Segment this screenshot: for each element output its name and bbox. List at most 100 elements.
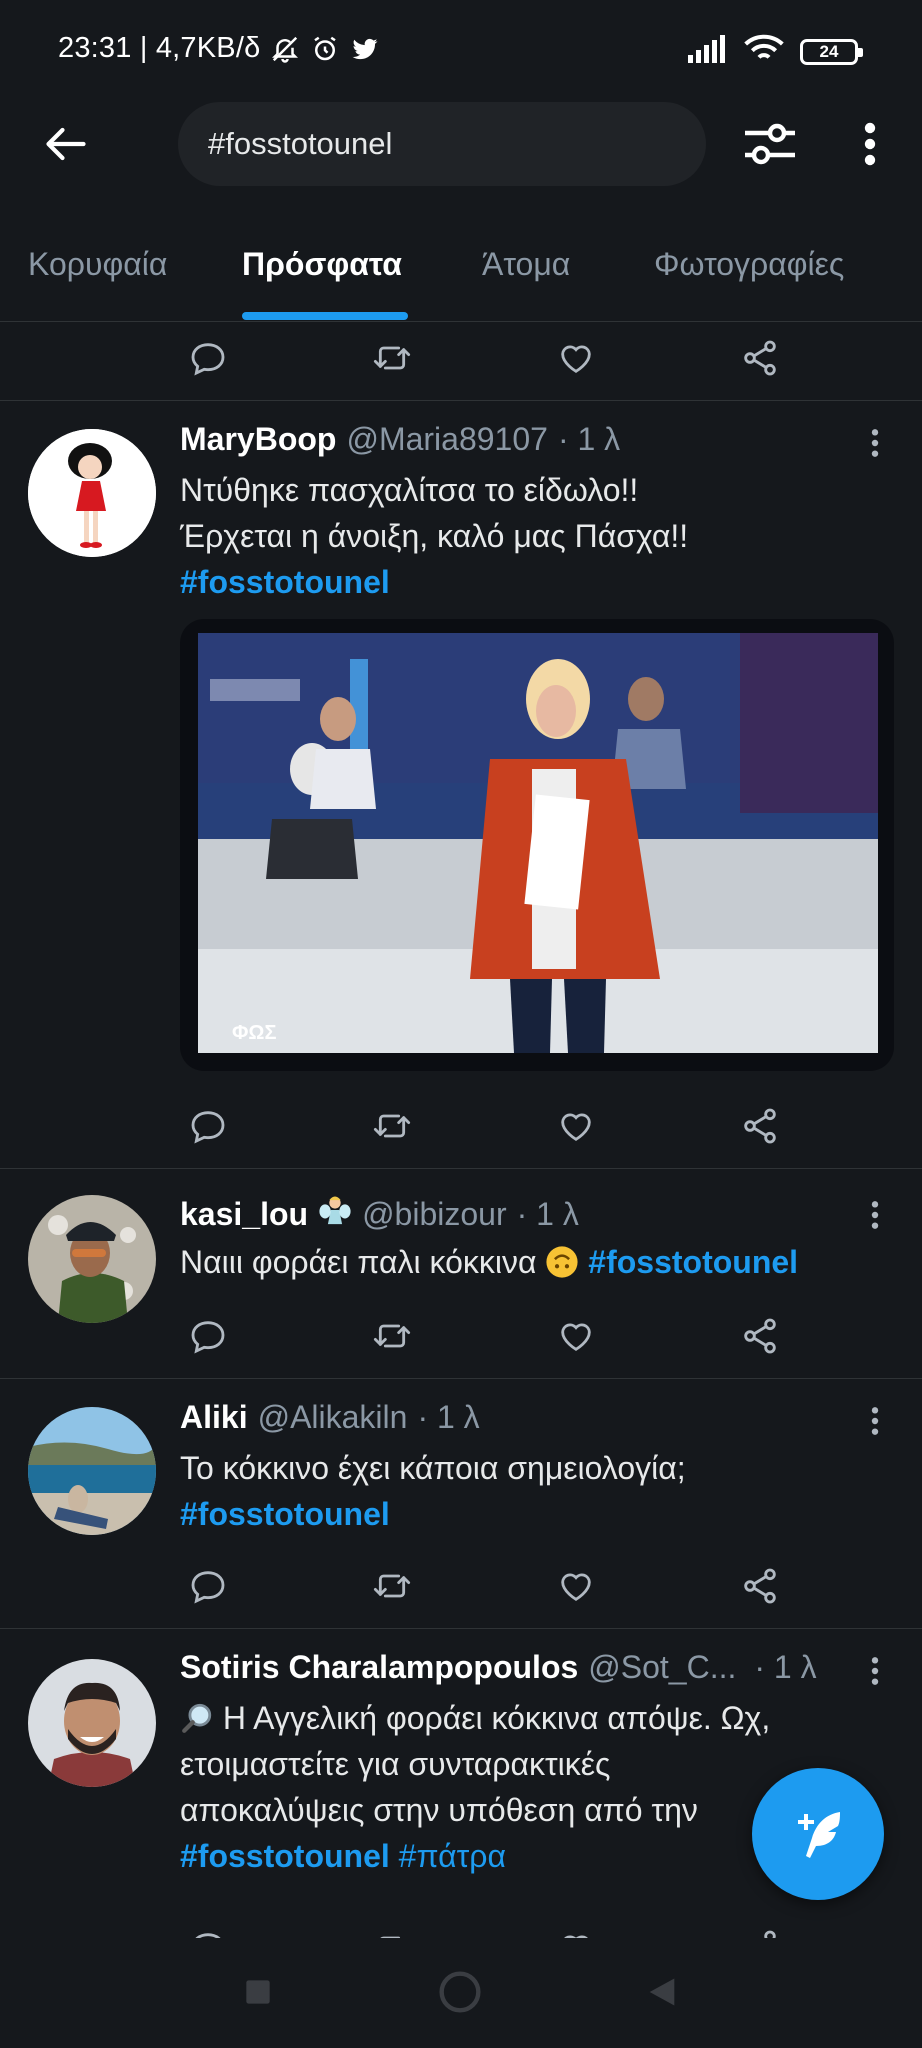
wifi-icon	[744, 34, 784, 69]
magnifier-emoji-icon	[180, 1700, 223, 1736]
like-button[interactable]	[548, 330, 604, 386]
tweet-media-image[interactable]: ΦΩΣ	[180, 619, 894, 1071]
tweet-more-button[interactable]	[860, 1651, 890, 1691]
tweet-header: Sotiris Charalampopoulos @Sot_C... · 1 λ	[180, 1649, 880, 1686]
sliders-icon	[745, 123, 795, 165]
bell-off-icon	[270, 34, 300, 64]
tab-top[interactable]: Κορυφαία	[28, 246, 167, 283]
hashtag-link[interactable]: #πάτρα	[399, 1838, 506, 1874]
hashtag-link[interactable]: #fosstotounel	[180, 559, 900, 605]
filter-button[interactable]	[740, 116, 800, 172]
recents-button[interactable]	[228, 1962, 288, 2022]
share-button[interactable]	[732, 1308, 788, 1364]
retweet-button[interactable]	[364, 1558, 420, 1614]
tweet-time: · 1 λ	[557, 421, 621, 457]
home-button[interactable]	[430, 1962, 490, 2022]
avatar[interactable]	[28, 429, 156, 557]
retweet-button[interactable]	[364, 330, 420, 386]
author-name[interactable]: Sotiris Charalampopoulos	[180, 1649, 578, 1686]
tweet-header: Aliki @Alikakiln · 1 λ	[180, 1399, 480, 1436]
arrow-left-icon	[46, 127, 86, 161]
fairy-emoji-icon	[318, 1193, 352, 1235]
tweet-actions	[180, 1558, 800, 1614]
heart-icon	[561, 345, 591, 373]
battery-level: 24	[819, 41, 839, 61]
back-nav-button[interactable]	[632, 1962, 692, 2022]
tweet-header: MaryBoop @Maria89107 · 1 λ	[180, 421, 620, 458]
kebab-icon	[871, 429, 879, 457]
retweet-icon	[373, 1324, 411, 1348]
system-nav-bar	[0, 1938, 922, 2048]
reply-icon	[191, 1111, 225, 1144]
back-button[interactable]	[40, 118, 92, 170]
tweet-line: Η Αγγελική φοράει κόκκινα απόψε. Ωχ,	[222, 1700, 771, 1736]
share-icon	[744, 340, 776, 376]
circle-icon	[439, 1971, 481, 2013]
kebab-icon	[871, 1407, 879, 1435]
tweet-time: · 1 λ	[754, 1649, 817, 1685]
avatar[interactable]	[28, 1195, 156, 1323]
tweet-text: Ντύθηκε πασχαλίτσα το είδωλο!! Έρχεται η…	[180, 467, 900, 605]
tweet-line: Το κόκκινο έχει κάποια σημειολογία;	[180, 1450, 686, 1486]
share-button[interactable]	[732, 330, 788, 386]
share-button[interactable]	[732, 1920, 788, 1940]
twitter-bird-icon	[350, 34, 380, 64]
author-name[interactable]: Aliki	[180, 1399, 248, 1436]
author-name[interactable]: kasi_lou	[180, 1196, 308, 1233]
battery-icon: 24	[800, 38, 863, 65]
reply-button[interactable]	[180, 330, 236, 386]
alarm-icon	[310, 34, 340, 64]
more-options-button[interactable]	[850, 116, 890, 172]
like-button[interactable]	[548, 1920, 604, 1940]
avatar[interactable]	[28, 1659, 156, 1787]
author-name[interactable]: MaryBoop	[180, 421, 336, 458]
tweet-more-button[interactable]	[860, 1195, 890, 1235]
reply-button[interactable]	[180, 1308, 236, 1364]
retweet-icon	[373, 1574, 411, 1598]
search-input[interactable]: #fosstotounel	[178, 102, 706, 186]
hashtag-link[interactable]: #fosstotounel	[180, 1491, 900, 1537]
kebab-icon	[864, 122, 876, 166]
status-left: 23:31 | 4,7KB/δ	[58, 32, 380, 65]
author-handle[interactable]: @Sot_C...	[588, 1649, 736, 1686]
author-handle[interactable]: @Maria89107	[346, 421, 547, 458]
heart-icon	[561, 1113, 591, 1141]
tab-photos[interactable]: Φωτογραφίες	[654, 246, 844, 283]
media-overlay-text: ΦΩΣ	[232, 1022, 276, 1044]
tweet[interactable]: MaryBoop @Maria89107 · 1 λ Ντύθηκε πασχα…	[0, 401, 922, 1089]
retweet-button[interactable]	[364, 1920, 420, 1940]
tweet-more-button[interactable]	[860, 423, 890, 463]
tweet-actions	[180, 330, 800, 386]
avatar[interactable]	[28, 1407, 156, 1535]
reply-button[interactable]	[180, 1098, 236, 1154]
share-button[interactable]	[732, 1098, 788, 1154]
retweet-button[interactable]	[364, 1098, 420, 1154]
compose-tweet-button[interactable]	[752, 1768, 884, 1900]
app-bar: #fosstotounel	[0, 100, 922, 186]
tweet-line: Ναιιι φοράει παλι κόκκινα	[180, 1244, 537, 1280]
tab-people[interactable]: Άτομα	[482, 246, 570, 283]
beach-photo-avatar-icon	[28, 1407, 156, 1535]
retweet-icon	[373, 1114, 411, 1138]
tweet-more-button[interactable]	[860, 1401, 890, 1441]
upside-down-face-emoji-icon	[545, 1244, 588, 1280]
tweet-actions	[180, 1308, 800, 1364]
like-button[interactable]	[548, 1098, 604, 1154]
author-handle[interactable]: @bibizour	[362, 1196, 507, 1233]
like-button[interactable]	[548, 1558, 604, 1614]
hashtag-link[interactable]: #fosstotounel	[588, 1244, 798, 1280]
like-button[interactable]	[548, 1308, 604, 1364]
tweet-text: Το κόκκινο έχει κάποια σημειολογία; #fos…	[180, 1445, 900, 1537]
tweet-text: Ναιιι φοράει παλι κόκκινα #fosstotounel	[180, 1239, 900, 1285]
retweet-button[interactable]	[364, 1308, 420, 1364]
square-icon	[246, 1980, 270, 2004]
share-icon	[744, 1318, 776, 1354]
tab-latest[interactable]: Πρόσφατα	[242, 246, 402, 283]
reply-button[interactable]	[180, 1558, 236, 1614]
reply-button[interactable]	[180, 1920, 236, 1940]
hashtag-link[interactable]: #fosstotounel	[180, 1838, 390, 1874]
heart-icon	[561, 1573, 591, 1601]
author-handle[interactable]: @Alikakiln	[258, 1399, 408, 1436]
illustrated-man-avatar-icon	[28, 1195, 156, 1323]
share-button[interactable]	[732, 1558, 788, 1614]
